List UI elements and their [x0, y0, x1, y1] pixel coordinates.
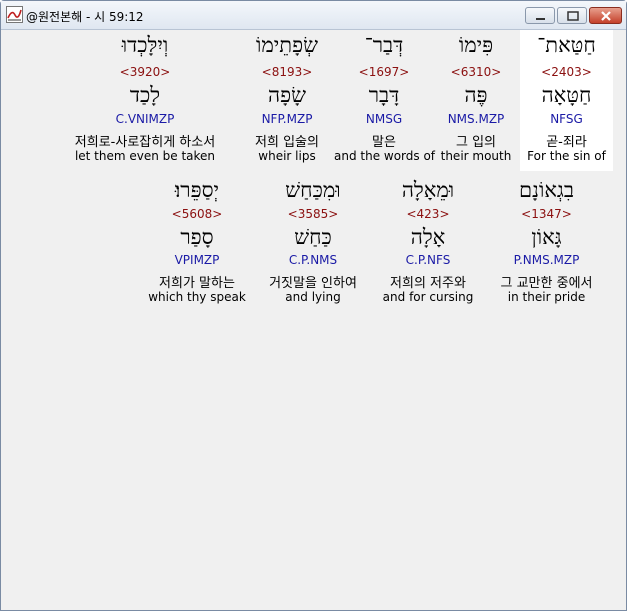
- app-icon: [6, 6, 23, 23]
- strong-number-link[interactable]: <2403>: [520, 65, 613, 79]
- strong-number-link[interactable]: <5608>: [144, 207, 250, 221]
- lemma: דָּבָר: [368, 83, 400, 107]
- korean-gloss: 저희의 저주와: [390, 276, 466, 291]
- english-gloss: in their pride: [507, 290, 586, 304]
- hebrew-word: וּמִכַּחַשׁ: [285, 178, 341, 202]
- hebrew-word: פִּימוֹ: [458, 33, 494, 57]
- english-gloss: and the words of: [334, 149, 436, 163]
- word-card[interactable]: שְׂפָתֵימוֹ <8193> שָׂפָה NFP.MZP 저희 입술의…: [242, 30, 332, 170]
- lemma: אָלָה: [410, 225, 446, 249]
- parsing-code: NMSG: [365, 112, 403, 126]
- lemma: לָכַד: [129, 83, 161, 107]
- lemma: חַטָּאָה: [541, 83, 592, 107]
- word-card[interactable]: דְּבַר־ <1697> דָּבָר NMSG 말은 and the wo…: [334, 30, 436, 170]
- strong-number-link[interactable]: <6310>: [436, 65, 516, 79]
- interlinear-pane: חַטַּאת־ <2403> חַטָּאָה NFSG 곧-죄라 For t…: [4, 30, 623, 608]
- parsing-code: NFP.MZP: [261, 112, 313, 126]
- word-card[interactable]: וְיִלָּכְדוּ <3920> לָכַד C.VNIMZP 저희로-사…: [54, 30, 236, 170]
- lemma: גָּאוֹן: [531, 225, 562, 249]
- window-title: @원전본해 - 시 59:12: [26, 10, 144, 24]
- word-card[interactable]: וּמִכַּחַשׁ <3585> כַּחַשׁ C.P.NMS 거짓말을 …: [254, 175, 372, 310]
- strong-number-link[interactable]: <1697>: [334, 65, 434, 79]
- hebrew-word: וּמֵאָלָה: [401, 178, 455, 202]
- korean-gloss: 저희가 말하는: [159, 276, 235, 291]
- app-window: @원전본해 - 시 59:12 חַטַּאת־ <2403> חַטָּאָה…: [0, 0, 627, 611]
- strong-number-link[interactable]: <423>: [376, 207, 480, 221]
- hebrew-word: דְּבַר־: [364, 33, 404, 57]
- korean-gloss: 거짓말을 인하여: [269, 276, 357, 291]
- korean-gloss: 저희 입술의: [255, 135, 319, 150]
- maximize-button[interactable]: [557, 7, 587, 24]
- hebrew-word: בִגְאוֹנָם: [519, 178, 574, 202]
- english-gloss: and lying: [285, 290, 341, 304]
- lemma: שָׂפָה: [268, 83, 306, 107]
- korean-gloss: 곧-죄라: [546, 135, 587, 150]
- word-card[interactable]: וּמֵאָלָה <423> אָלָה C.P.NFS 저희의 저주와 an…: [376, 175, 480, 310]
- title-bar[interactable]: @원전본해 - 시 59:12: [1, 1, 626, 30]
- english-gloss: wheir lips: [258, 149, 316, 163]
- korean-gloss: 말은: [372, 135, 396, 150]
- word-card[interactable]: פִּימוֹ <6310> פֶּה NMS.MZP 그 입의 their m…: [436, 30, 516, 170]
- lemma: סָפַר: [180, 225, 214, 249]
- hebrew-word: יְסַפֵּרוּ׃: [174, 178, 220, 202]
- word-card[interactable]: בִגְאוֹנָם <1347> גָּאוֹן P.NMS.MZP 그 교만…: [484, 175, 609, 310]
- parsing-code: P.NMS.MZP: [513, 253, 580, 267]
- parsing-code: NFSG: [550, 112, 583, 126]
- strong-number-link[interactable]: <1347>: [484, 207, 609, 221]
- strong-number-link[interactable]: <3585>: [254, 207, 372, 221]
- strong-number-link[interactable]: <8193>: [242, 65, 332, 79]
- korean-gloss: 그 교만한 중에서: [500, 276, 593, 291]
- parsing-code: C.VNIMZP: [115, 112, 175, 126]
- parsing-code: C.P.NMS: [288, 253, 338, 267]
- lemma: פֶּה: [464, 83, 488, 107]
- parsing-code: C.P.NFS: [405, 253, 451, 267]
- english-gloss: and for cursing: [382, 290, 474, 304]
- english-gloss: For the sin of: [527, 149, 606, 163]
- word-card[interactable]: יְסַפֵּרוּ׃ <5608> סָפַר VPIMZP 저희가 말하는 …: [144, 175, 250, 310]
- word-card[interactable]: חַטַּאת־ <2403> חַטָּאָה NFSG 곧-죄라 For t…: [520, 30, 613, 170]
- hebrew-word: שְׂפָתֵימוֹ: [255, 33, 318, 57]
- hebrew-word: חַטַּאת־: [537, 33, 596, 57]
- maximize-icon: [567, 11, 579, 21]
- hebrew-word: וְיִלָּכְדוּ: [121, 33, 169, 57]
- english-gloss: let them even be taken: [74, 149, 216, 163]
- parsing-code: VPIMZP: [174, 253, 220, 267]
- minimize-icon: [536, 18, 545, 20]
- korean-gloss: 저희로-사로잡히게 하소서: [74, 135, 216, 150]
- lemma: כַּחַשׁ: [294, 225, 332, 249]
- parsing-code: NMS.MZP: [447, 112, 505, 126]
- strong-number-link[interactable]: <3920>: [54, 65, 236, 79]
- close-icon: [601, 11, 611, 21]
- english-gloss: which thy speak: [148, 290, 246, 304]
- minimize-button[interactable]: [525, 7, 555, 24]
- korean-gloss: 그 입의: [455, 135, 496, 150]
- close-button[interactable]: [589, 7, 622, 24]
- english-gloss: their mouth: [440, 149, 512, 163]
